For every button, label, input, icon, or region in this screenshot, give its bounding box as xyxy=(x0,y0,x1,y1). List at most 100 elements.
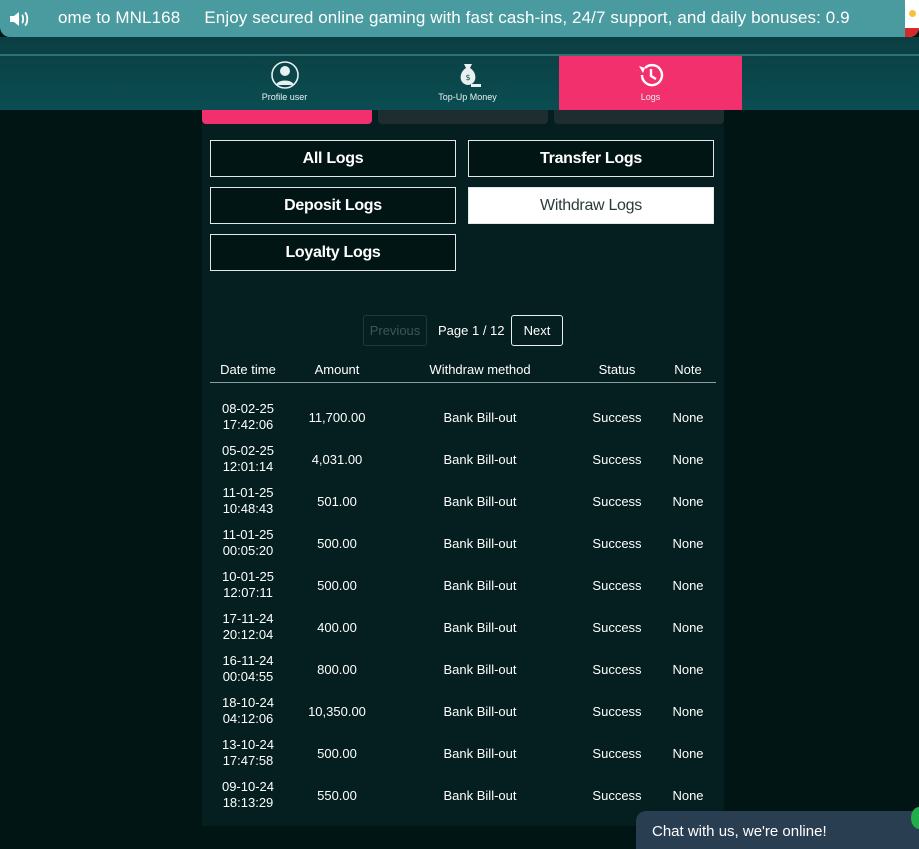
date-text: 11-01-25 xyxy=(222,485,274,500)
method-cell: Bank Bill-out xyxy=(443,661,517,677)
note-cell: None xyxy=(672,661,704,677)
method-cell: Bank Bill-out xyxy=(443,619,517,635)
note-cell: None xyxy=(672,745,704,761)
loyalty-logs-button[interactable]: Loyalty Logs xyxy=(210,234,456,271)
sub-tab-active[interactable] xyxy=(202,110,372,124)
status-cell: Success xyxy=(592,703,642,719)
note-cell: None xyxy=(672,787,704,803)
date-time-cell: 09-10-24 18:13:29 xyxy=(210,774,286,816)
next-page-button[interactable]: Next xyxy=(511,315,563,346)
time-text: 04:12:06 xyxy=(222,711,274,726)
column-header: Date time xyxy=(220,362,276,377)
method-cell: Bank Bill-out xyxy=(443,493,517,509)
amount-cell: 400.00 xyxy=(317,619,357,635)
date-text: 13-10-24 xyxy=(221,737,275,752)
note-cell: None xyxy=(672,577,704,593)
nav-label: Top-Up Money xyxy=(438,92,497,102)
page-indicator: Page 1 / 12 xyxy=(438,323,505,338)
date-text: 08-02-25 xyxy=(221,401,275,416)
all-logs-button[interactable]: All Logs xyxy=(210,140,456,177)
table-row: 17-11-24 20:12:04 400.00 Bank Bill-out Succe… xyxy=(210,606,716,648)
status-cell: Success xyxy=(592,661,642,677)
deposit-logs-button[interactable]: Deposit Logs xyxy=(210,187,456,224)
status-cell: Success xyxy=(592,787,642,803)
nav-top-up-money[interactable]: $ Top-Up Money xyxy=(376,56,559,110)
amount-cell: 10,350.00 xyxy=(308,703,366,719)
time-text: 10:48:43 xyxy=(222,501,274,516)
time-text: 00:04:55 xyxy=(222,669,274,684)
date-time-cell: 18-10-24 04:12:06 xyxy=(210,690,286,732)
note-cell: None xyxy=(672,409,704,425)
amount-cell: 500.00 xyxy=(317,745,357,761)
previous-page-button[interactable]: Previous xyxy=(363,315,427,346)
nav-logs[interactable]: Logs xyxy=(559,56,742,110)
time-text: 20:12:04 xyxy=(222,627,274,642)
column-header: Amount xyxy=(314,362,360,377)
date-time-cell: 17-11-24 20:12:04 xyxy=(210,606,286,648)
withdraw-logs-button[interactable]: Withdraw Logs xyxy=(468,187,714,224)
table-row: 13-10-24 17:47:58 500.00 Bank Bill-out Succe… xyxy=(210,732,716,774)
date-time-cell: 11-01-25 10:48:43 xyxy=(210,480,286,522)
method-cell: Bank Bill-out xyxy=(443,577,517,593)
account-nav: Profile user $ Top-Up Money Logs xyxy=(0,37,919,110)
status-cell: Success xyxy=(592,745,642,761)
sub-tab[interactable] xyxy=(554,110,724,124)
status-cell: Success xyxy=(592,409,642,425)
status-cell: Success xyxy=(592,493,642,509)
amount-cell: 4,031.00 xyxy=(311,451,363,467)
transfer-logs-button[interactable]: Transfer Logs xyxy=(468,140,714,177)
table-row: 10-01-25 12:07:11 500.00 Bank Bill-out Succe… xyxy=(210,564,716,606)
table-row: 11-01-25 10:48:43 501.00 Bank Bill-out Succe… xyxy=(210,480,716,522)
table-row: 16-11-24 00:04:55 800.00 Bank Bill-out Succe… xyxy=(210,648,716,690)
amount-cell: 800.00 xyxy=(317,661,357,677)
date-text: 10-01-25 xyxy=(221,569,275,584)
date-time-cell: 16-11-24 00:04:55 xyxy=(210,648,286,690)
time-text: 00:05:20 xyxy=(222,543,274,558)
money-bag-icon: $ xyxy=(460,64,481,87)
date-time-cell: 08-02-25 17:42:06 xyxy=(210,396,286,438)
amount-cell: 500.00 xyxy=(317,535,357,551)
method-cell: Bank Bill-out xyxy=(443,745,517,761)
column-header: Status xyxy=(598,362,636,377)
date-time-cell: 10-01-25 12:07:11 xyxy=(210,564,286,606)
table-row: 09-10-24 18:13:29 550.00 Bank Bill-out Succe… xyxy=(210,774,716,816)
speaker-icon[interactable] xyxy=(8,9,30,29)
flag-icon[interactable] xyxy=(905,0,919,37)
table-row: 08-02-25 17:42:06 11,700.00 Bank Bill-out Su… xyxy=(210,396,716,438)
status-cell: Success xyxy=(592,577,642,593)
date-text: 05-02-25 xyxy=(221,443,275,458)
live-chat-button[interactable]: Chat with us, we're online! xyxy=(636,807,919,849)
history-icon xyxy=(638,63,663,87)
method-cell: Bank Bill-out xyxy=(443,703,517,719)
chat-label: Chat with us, we're online! xyxy=(652,823,827,840)
date-text: 17-11-24 xyxy=(222,611,274,626)
column-header: Withdraw method xyxy=(429,362,531,377)
note-cell: None xyxy=(672,451,704,467)
online-status-icon xyxy=(911,807,919,829)
table-header: Date time Amount Withdraw method Status … xyxy=(210,362,716,383)
method-cell: Bank Bill-out xyxy=(443,451,517,467)
date-text: 11-01-25 xyxy=(222,527,274,542)
logs-panel: All Logs Transfer Logs Deposit Logs With… xyxy=(202,110,724,826)
nav-label: Profile user xyxy=(261,92,308,102)
time-text: 12:07:11 xyxy=(223,585,273,600)
date-text: 09-10-24 xyxy=(221,779,275,794)
date-text: 16-11-24 xyxy=(222,653,274,668)
method-cell: Bank Bill-out xyxy=(443,535,517,551)
status-cell: Success xyxy=(592,619,642,635)
note-cell: None xyxy=(672,535,704,551)
nav-profile-user[interactable]: Profile user xyxy=(193,56,376,110)
amount-cell: 11,700.00 xyxy=(308,409,366,425)
amount-cell: 550.00 xyxy=(317,787,357,803)
note-cell: None xyxy=(672,493,704,509)
note-cell: None xyxy=(672,703,704,719)
sub-tab[interactable] xyxy=(378,110,548,124)
date-time-cell: 11-01-25 00:05:20 xyxy=(210,522,286,564)
column-header: Note xyxy=(674,362,702,377)
method-cell: Bank Bill-out xyxy=(443,409,517,425)
status-cell: Success xyxy=(592,535,642,551)
marquee-text: ome to MNL168 Enjoy secured online gamin… xyxy=(58,8,850,27)
time-text: 17:47:58 xyxy=(222,753,274,768)
note-cell: None xyxy=(672,619,704,635)
time-text: 18:13:29 xyxy=(222,795,274,810)
